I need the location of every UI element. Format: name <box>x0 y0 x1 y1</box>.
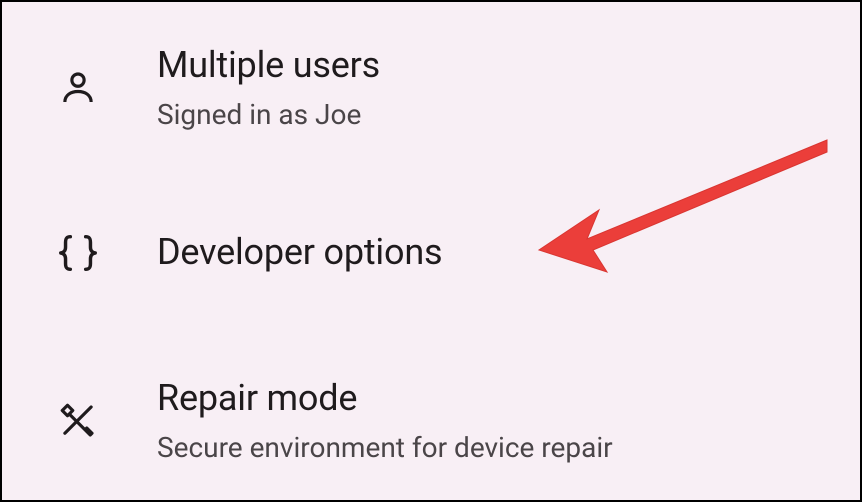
settings-item-subtitle: Secure environment for device repair <box>157 430 613 466</box>
settings-item-multiple-users[interactable]: Multiple users Signed in as Joe <box>2 42 860 133</box>
settings-item-subtitle: Signed in as Joe <box>157 97 380 133</box>
settings-item-text: Developer options <box>157 229 442 276</box>
settings-item-title: Repair mode <box>157 375 613 422</box>
settings-item-title: Developer options <box>157 229 442 276</box>
settings-item-text: Repair mode Secure environment for devic… <box>157 375 613 466</box>
settings-item-text: Multiple users Signed in as Joe <box>157 42 380 133</box>
settings-item-title: Multiple users <box>157 42 380 89</box>
braces-icon <box>50 225 105 280</box>
settings-item-repair-mode[interactable]: Repair mode Secure environment for devic… <box>2 375 860 466</box>
user-icon <box>50 60 105 115</box>
settings-item-developer-options[interactable]: Developer options <box>2 225 860 280</box>
tools-icon <box>50 393 105 448</box>
